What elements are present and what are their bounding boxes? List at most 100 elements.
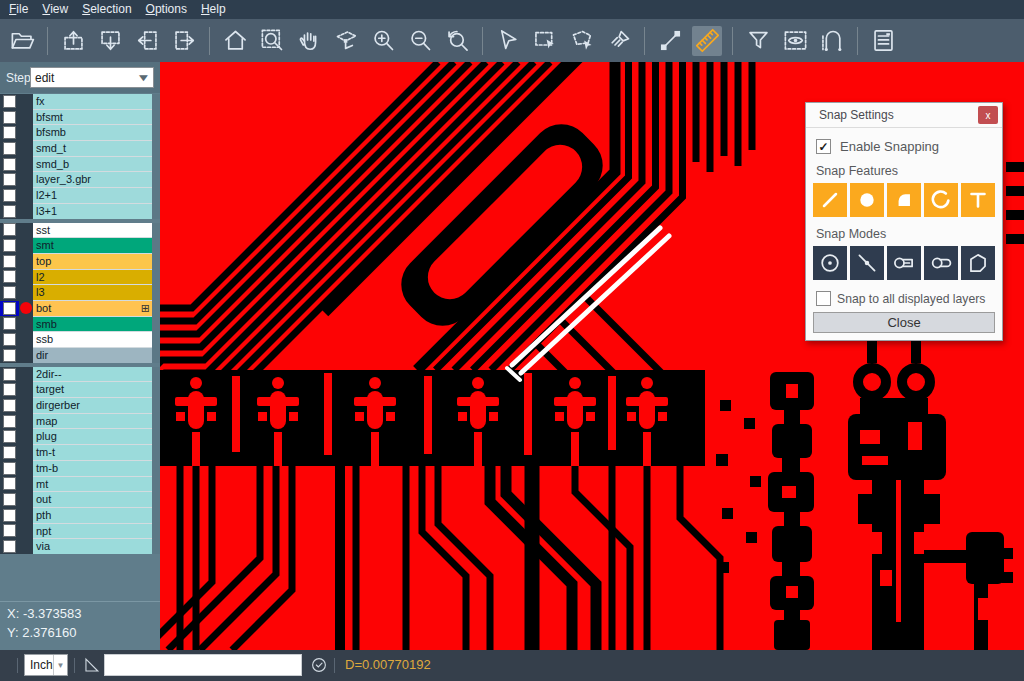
layer-name[interactable]: fx bbox=[33, 94, 152, 109]
snap-line-button[interactable] bbox=[813, 183, 847, 217]
enable-snapping-checkbox[interactable]: ✓ bbox=[816, 139, 831, 154]
step-select[interactable]: edit ▼ bbox=[30, 67, 154, 88]
menu-view[interactable]: View bbox=[35, 0, 75, 19]
layer-visibility-checkbox[interactable] bbox=[0, 445, 19, 460]
layer-name[interactable]: l2 bbox=[33, 270, 152, 285]
report-button[interactable] bbox=[868, 26, 898, 56]
layer-visibility-checkbox[interactable] bbox=[0, 429, 19, 444]
layer-name[interactable]: pth bbox=[33, 508, 152, 523]
zoom-out-button[interactable] bbox=[405, 26, 435, 56]
zoom-window-button[interactable] bbox=[257, 26, 287, 56]
layer-visibility-checkbox[interactable] bbox=[0, 157, 19, 172]
layer-name[interactable]: smd_b bbox=[33, 157, 152, 172]
layer-visibility-checkbox[interactable] bbox=[0, 285, 19, 300]
layer-visibility-checkbox[interactable] bbox=[0, 204, 19, 219]
filter-button[interactable] bbox=[743, 26, 773, 56]
layer-visibility-checkbox[interactable] bbox=[0, 348, 19, 363]
layer-visibility-checkbox[interactable] bbox=[0, 367, 19, 382]
layer-visibility-checkbox[interactable] bbox=[0, 508, 19, 523]
layer-name[interactable]: plug bbox=[33, 429, 152, 444]
layer-name[interactable]: sst bbox=[33, 223, 152, 238]
open-folder-button[interactable] bbox=[7, 26, 37, 56]
layer-visibility-checkbox[interactable] bbox=[0, 414, 19, 429]
layer-visibility-checkbox[interactable] bbox=[0, 539, 19, 554]
layer-name[interactable]: bot⊞ bbox=[33, 301, 152, 316]
layer-visibility-checkbox[interactable] bbox=[0, 301, 19, 316]
snap-arc-button[interactable] bbox=[924, 183, 958, 217]
route-path-button[interactable] bbox=[817, 26, 847, 56]
shift-right-button[interactable] bbox=[169, 26, 199, 56]
layer-name[interactable]: tm-b bbox=[33, 461, 152, 476]
layer-visibility-checkbox[interactable] bbox=[0, 477, 19, 492]
menu-help[interactable]: Help bbox=[194, 0, 233, 19]
snap-circle-button[interactable] bbox=[850, 183, 884, 217]
shift-up-button[interactable] bbox=[58, 26, 88, 56]
layer-visibility-checkbox[interactable] bbox=[0, 461, 19, 476]
zoom-in-button[interactable] bbox=[368, 26, 398, 56]
shift-down-button[interactable] bbox=[95, 26, 125, 56]
select-poly-button[interactable] bbox=[567, 26, 597, 56]
menu-file[interactable]: File bbox=[2, 0, 35, 19]
layer-name[interactable]: via bbox=[33, 539, 152, 554]
measure-input[interactable] bbox=[104, 654, 302, 676]
layer-visibility-checkbox[interactable] bbox=[0, 382, 19, 397]
layer-name[interactable]: l3 bbox=[33, 285, 152, 300]
zoom-previous-button[interactable] bbox=[442, 26, 472, 56]
menu-options[interactable]: Options bbox=[139, 0, 194, 19]
layer-visibility-checkbox[interactable] bbox=[0, 110, 19, 125]
unit-select[interactable]: Inch ▼ bbox=[24, 654, 68, 676]
layer-visibility-checkbox[interactable] bbox=[0, 317, 19, 332]
layer-visibility-checkbox[interactable] bbox=[0, 188, 19, 203]
layer-visibility-checkbox[interactable] bbox=[0, 238, 19, 253]
layer-name[interactable]: smt bbox=[33, 238, 152, 253]
layer-name[interactable]: smd_t bbox=[33, 141, 152, 156]
layer-name[interactable]: 2dir-- bbox=[33, 367, 152, 382]
layer-visibility-checkbox[interactable] bbox=[0, 223, 19, 238]
layer-name[interactable]: dirgerber bbox=[33, 398, 152, 413]
select-rect-button[interactable] bbox=[530, 26, 560, 56]
snap-panel-close-button[interactable]: Close bbox=[813, 312, 995, 333]
layer-name[interactable]: out bbox=[33, 492, 152, 507]
pan-hand-button[interactable] bbox=[294, 26, 324, 56]
mode-oblong-button[interactable] bbox=[924, 246, 958, 280]
layer-name[interactable]: bfsmt bbox=[33, 110, 152, 125]
mode-polygon-button[interactable] bbox=[961, 246, 995, 280]
layer-visibility-checkbox[interactable] bbox=[0, 141, 19, 156]
layer-visibility-checkbox[interactable] bbox=[0, 94, 19, 109]
measure-ruler-button[interactable] bbox=[692, 26, 722, 56]
snap-panel-close-x-button[interactable]: x bbox=[978, 106, 998, 124]
layer-name[interactable]: ssb bbox=[33, 332, 152, 347]
zoom-home-button[interactable] bbox=[220, 26, 250, 56]
zoom-area-button[interactable] bbox=[331, 26, 361, 56]
layer-visibility-checkbox[interactable] bbox=[0, 270, 19, 285]
layer-name[interactable]: smb bbox=[33, 317, 152, 332]
layer-name[interactable]: npt bbox=[33, 524, 152, 539]
layer-visibility-checkbox[interactable] bbox=[0, 254, 19, 269]
shift-left-button[interactable] bbox=[132, 26, 162, 56]
snap-pad-button[interactable] bbox=[887, 183, 921, 217]
mode-point-button[interactable] bbox=[850, 246, 884, 280]
snap-panel-titlebar[interactable]: Snap Settings x bbox=[806, 103, 1002, 128]
layer-name[interactable]: tm-t bbox=[33, 445, 152, 460]
select-cursor-button[interactable] bbox=[493, 26, 523, 56]
layer-visibility-checkbox[interactable] bbox=[0, 492, 19, 507]
layer-visibility-checkbox[interactable] bbox=[0, 524, 19, 539]
mode-center-button[interactable] bbox=[813, 246, 847, 280]
layer-name[interactable]: l2+1 bbox=[33, 188, 152, 203]
layer-name[interactable]: bfsmb bbox=[33, 125, 152, 140]
snap-all-layers-checkbox[interactable] bbox=[816, 291, 831, 306]
angle-icon[interactable] bbox=[82, 656, 101, 675]
menu-selection[interactable]: Selection bbox=[75, 0, 138, 19]
layer-name[interactable]: map bbox=[33, 414, 152, 429]
layer-name[interactable]: dir bbox=[33, 348, 152, 363]
snap-text-button[interactable] bbox=[961, 183, 995, 217]
layer-visibility-checkbox[interactable] bbox=[0, 332, 19, 347]
layer-visibility-checkbox[interactable] bbox=[0, 398, 19, 413]
layer-visibility-checkbox[interactable] bbox=[0, 172, 19, 187]
layer-name[interactable]: layer_3.gbr bbox=[33, 172, 152, 187]
clean-brush-button[interactable] bbox=[604, 26, 634, 56]
check-circle-icon[interactable] bbox=[310, 656, 328, 674]
measure-line-button[interactable] bbox=[655, 26, 685, 56]
layer-name[interactable]: target bbox=[33, 382, 152, 397]
layer-name[interactable]: l3+1 bbox=[33, 204, 152, 219]
